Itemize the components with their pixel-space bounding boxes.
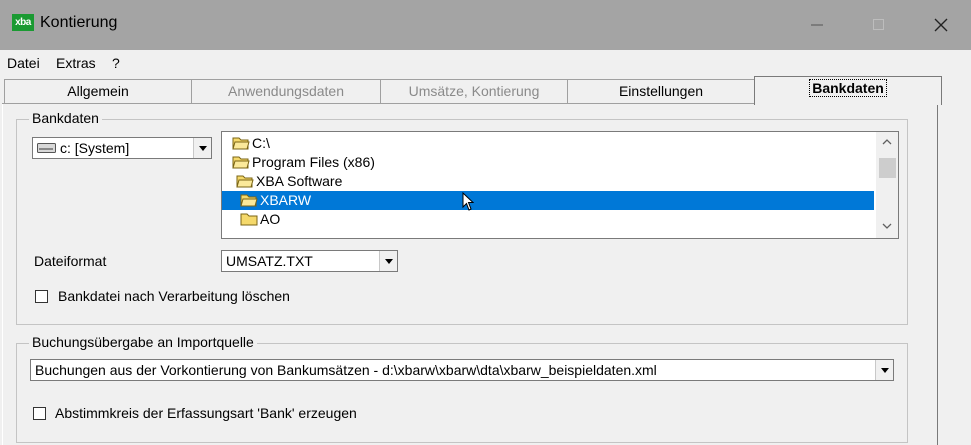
- tab-umsaetze-kontierung[interactable]: Umsätze, Kontierung: [380, 79, 568, 103]
- bankdatei-loeschen-checkbox[interactable]: [35, 290, 48, 303]
- tab-label: Bankdaten: [809, 79, 887, 97]
- maximize-button[interactable]: [856, 0, 902, 50]
- buchungsuebergabe-group-label: Buchungsübergabe an Importquelle: [29, 334, 257, 350]
- tab-label: Umsätze, Kontierung: [408, 83, 540, 99]
- maximize-icon: [873, 19, 884, 30]
- importquelle-select[interactable]: Buchungen aus der Vorkontierung von Bank…: [30, 359, 894, 381]
- drive-select[interactable]: c: [System]: [32, 137, 212, 159]
- open-folder-icon: [232, 137, 250, 150]
- directory-list[interactable]: C:\ Program Files (x86) XBA Software XBA…: [221, 131, 899, 239]
- chevron-up-icon[interactable]: [882, 138, 892, 146]
- open-folder-icon: [240, 194, 258, 207]
- tab-bankdaten[interactable]: Bankdaten: [754, 76, 942, 105]
- menu-extras[interactable]: Extras: [56, 55, 96, 71]
- directory-label: Program Files (x86): [252, 154, 375, 170]
- app-logo-icon: xba: [12, 14, 34, 31]
- directory-item[interactable]: Program Files (x86): [222, 153, 874, 172]
- minimize-button[interactable]: [794, 0, 840, 50]
- menu-help[interactable]: ?: [112, 55, 120, 71]
- mouse-cursor-icon: [462, 192, 475, 211]
- close-button[interactable]: [918, 0, 964, 50]
- directory-label: XBA Software: [256, 173, 343, 189]
- tab-label: Einstellungen: [618, 83, 704, 99]
- drive-select-value: c: [System]: [60, 140, 130, 156]
- tab-einstellungen[interactable]: Einstellungen: [567, 79, 755, 103]
- tab-label: Allgemein: [67, 83, 129, 99]
- dateiformat-select[interactable]: UMSATZ.TXT: [221, 250, 398, 272]
- directory-label: AO: [260, 211, 281, 227]
- directory-scrollbar[interactable]: [876, 132, 898, 238]
- directory-item[interactable]: C:\: [222, 134, 874, 153]
- bankdaten-group-label: Bankdaten: [29, 110, 102, 126]
- close-icon: [934, 18, 948, 32]
- abstimmkreis-label: Abstimmkreis der Erfassungsart 'Bank' er…: [55, 405, 357, 421]
- chevron-down-icon[interactable]: [875, 360, 893, 380]
- directory-label: XBARW: [260, 192, 312, 208]
- folder-icon: [240, 213, 258, 226]
- tab-anwendungsdaten[interactable]: Anwendungsdaten: [191, 79, 381, 103]
- dateiformat-label: Dateiformat: [34, 253, 107, 269]
- dateiformat-select-value: UMSATZ.TXT: [226, 253, 313, 269]
- open-folder-icon: [236, 175, 254, 188]
- tab-allgemein[interactable]: Allgemein: [4, 79, 192, 103]
- chevron-down-icon[interactable]: [882, 222, 892, 230]
- buchungsuebergabe-group: [16, 343, 908, 443]
- scrollbar-thumb[interactable]: [879, 158, 896, 178]
- bankdatei-loeschen-label: Bankdatei nach Verarbeitung löschen: [58, 288, 290, 304]
- chevron-down-icon[interactable]: [379, 251, 397, 271]
- window-title: Kontierung: [40, 14, 118, 31]
- directory-item[interactable]: XBA Software: [222, 172, 874, 191]
- abstimmkreis-checkbox[interactable]: [33, 407, 46, 420]
- minimize-icon: [811, 24, 823, 26]
- title-bar: xba Kontierung: [0, 0, 971, 50]
- directory-label: C:\: [252, 135, 270, 151]
- directory-item-selected[interactable]: XBARW: [222, 191, 874, 211]
- importquelle-select-value: Buchungen aus der Vorkontierung von Bank…: [35, 362, 657, 378]
- directory-item[interactable]: AO: [222, 210, 874, 229]
- open-folder-icon: [232, 156, 250, 169]
- tab-label: Anwendungsdaten: [228, 83, 344, 99]
- menu-datei[interactable]: Datei: [7, 55, 40, 71]
- chevron-down-icon[interactable]: [193, 138, 211, 158]
- menu-bar: Datei Extras ?: [0, 50, 971, 76]
- drive-icon: [37, 143, 56, 153]
